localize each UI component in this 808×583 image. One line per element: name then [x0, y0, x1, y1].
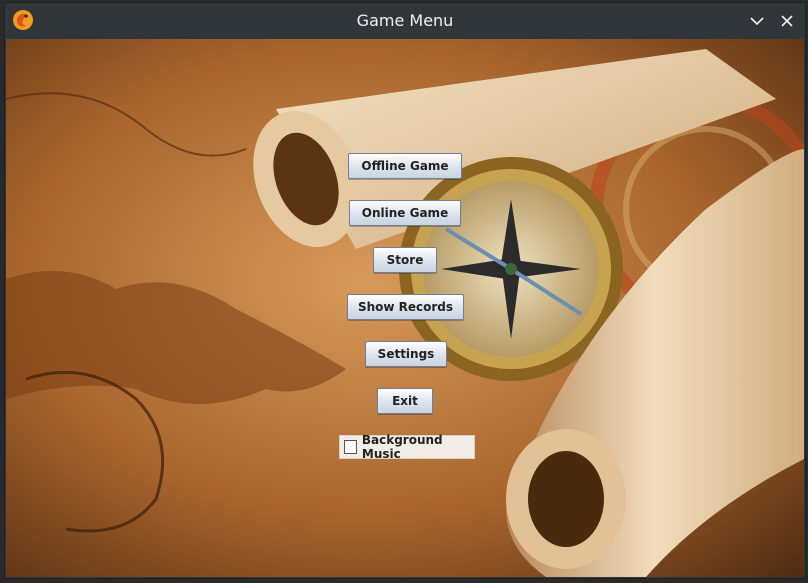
background-music-label: Background Music — [361, 433, 443, 461]
settings-button[interactable]: Settings — [365, 341, 447, 367]
show-records-button[interactable]: Show Records — [347, 294, 464, 320]
window-title: Game Menu — [356, 11, 454, 30]
minimize-button[interactable] — [745, 9, 769, 33]
background-music-checkbox[interactable]: Background Music — [339, 433, 475, 461]
store-button[interactable]: Store — [373, 247, 437, 273]
menu-content: Offline Game Online Game Store Show Reco… — [6, 39, 804, 577]
exit-button[interactable]: Exit — [377, 388, 433, 414]
game-menu-window: Game Menu Offline Game Online Game Store… — [4, 2, 806, 579]
chevron-down-icon — [750, 17, 764, 26]
close-icon — [781, 15, 793, 27]
close-button[interactable] — [775, 9, 799, 33]
checkbox-box[interactable] — [344, 440, 357, 454]
offline-game-button[interactable]: Offline Game — [348, 153, 462, 179]
title-bar: Game Menu — [5, 3, 805, 39]
online-game-button[interactable]: Online Game — [349, 200, 461, 226]
